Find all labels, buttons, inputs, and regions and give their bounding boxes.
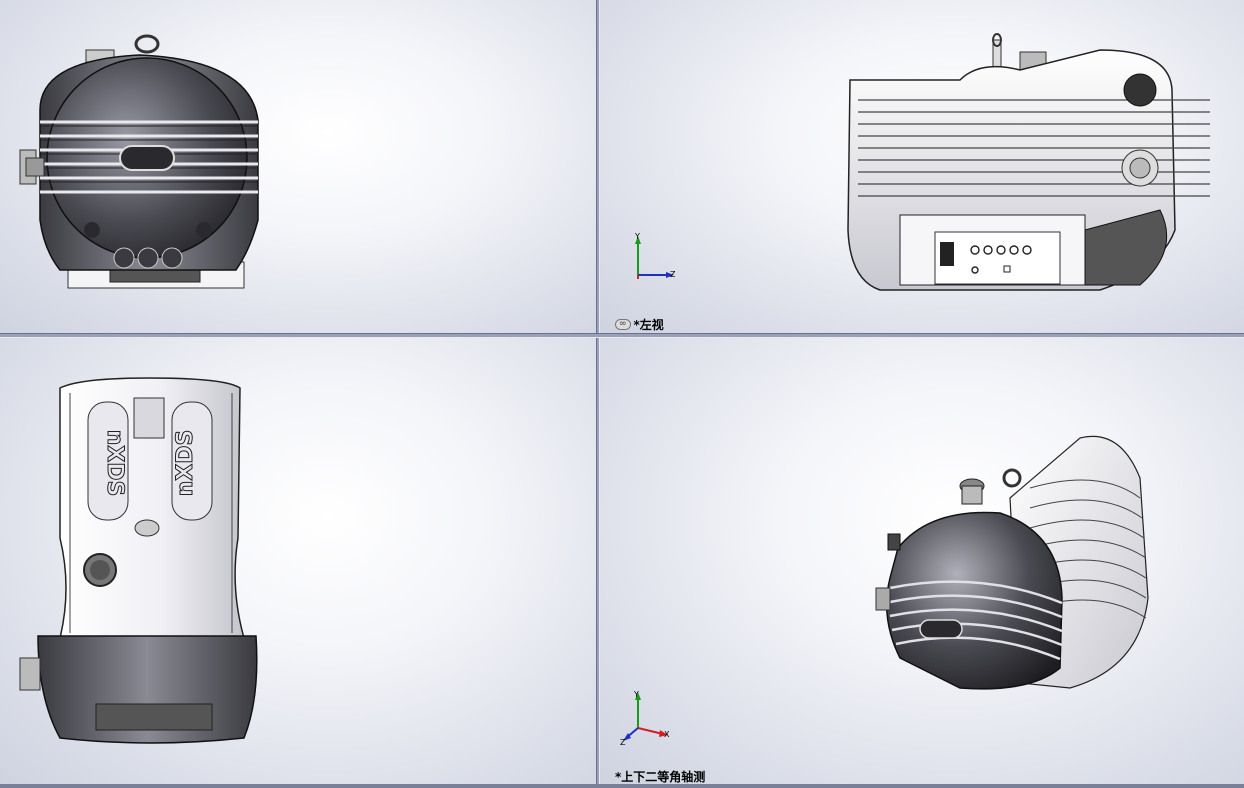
viewport-iso[interactable]: Y X Z *上下二等角轴测 bbox=[600, 338, 1244, 784]
axis-triad-iso-view bbox=[623, 692, 668, 741]
pump-top-view-drawing[interactable]: nXDS nXDS bbox=[0, 338, 596, 784]
pump-left-view-drawing[interactable] bbox=[600, 0, 1244, 333]
pump-front-view-drawing[interactable] bbox=[0, 0, 596, 333]
view-name-left: *左视 bbox=[633, 318, 664, 332]
axis-y-label-left: Y bbox=[635, 232, 640, 241]
axis-z-label-left: Z bbox=[670, 270, 676, 279]
view-label-left: ∞ *左视 bbox=[615, 316, 664, 333]
viewport-front[interactable] bbox=[0, 0, 596, 333]
viewport-top[interactable]: nXDS nXDS bbox=[0, 338, 596, 784]
link-icon: ∞ bbox=[615, 319, 631, 330]
bottom-border bbox=[0, 784, 1244, 788]
view-label-iso: *上下二等角轴测 bbox=[615, 768, 705, 784]
axis-x-label-iso: X bbox=[664, 730, 670, 739]
brand-text-left: nXDS bbox=[102, 430, 127, 497]
viewport-splitter-vertical[interactable] bbox=[596, 0, 600, 788]
viewport-left[interactable]: Y Z ∞ *左视 bbox=[600, 0, 1244, 333]
axis-z-label-iso: Z bbox=[620, 738, 626, 747]
viewport-splitter-horizontal[interactable] bbox=[0, 333, 1244, 338]
pump-iso-view-drawing[interactable] bbox=[600, 338, 1244, 784]
view-name-iso: *上下二等角轴测 bbox=[615, 770, 706, 784]
axis-y-label-iso: Y bbox=[634, 690, 639, 699]
brand-text-right: nXDS bbox=[173, 430, 198, 497]
